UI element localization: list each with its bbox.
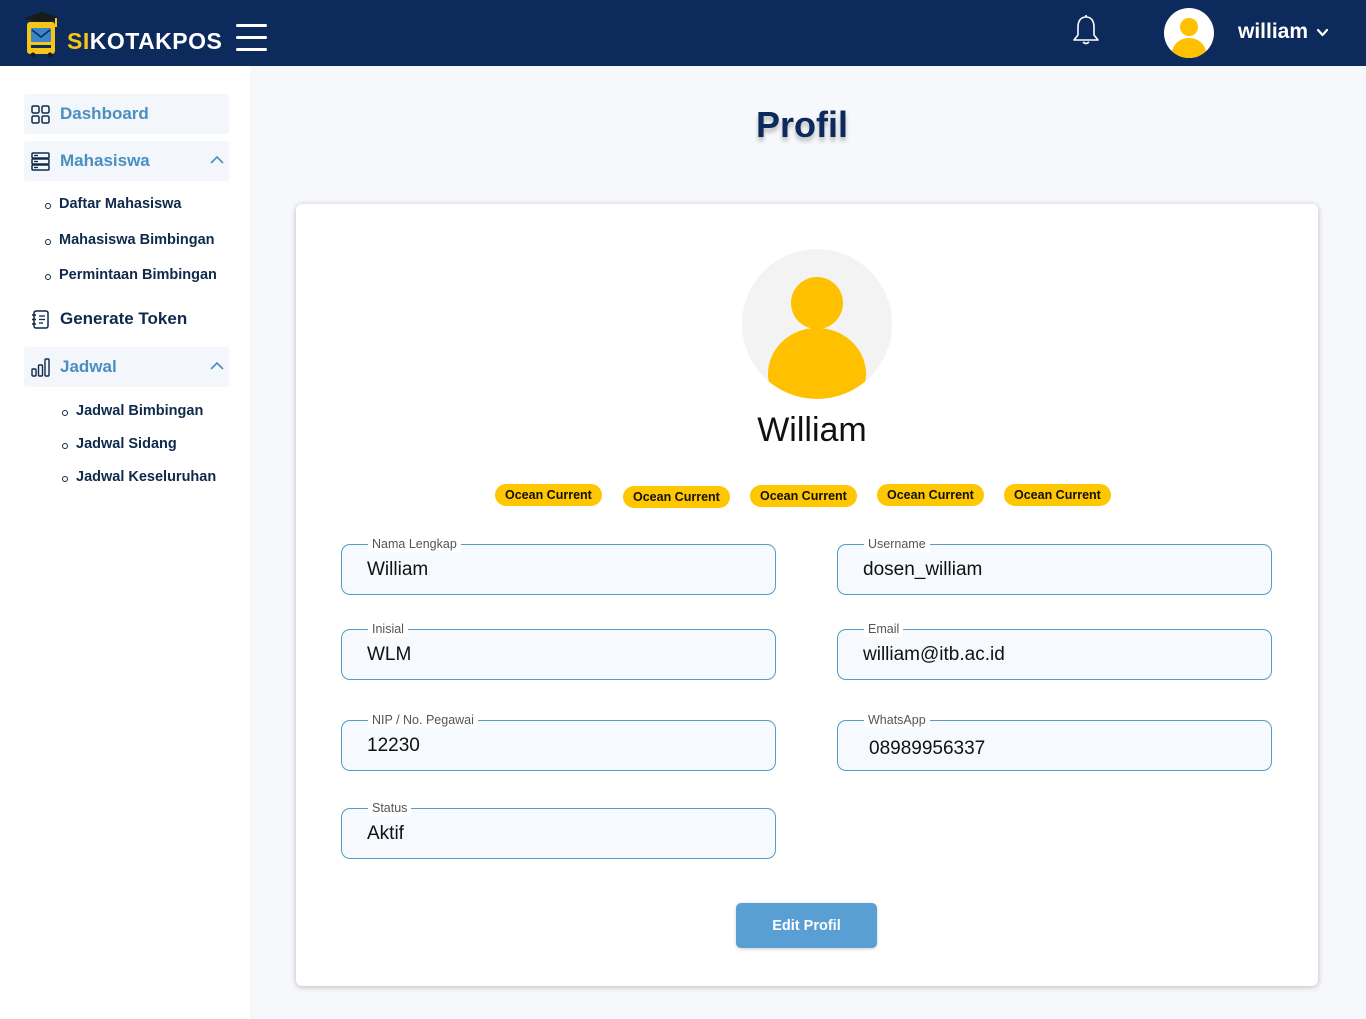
nip-field[interactable]: NIP / No. Pegawai 12230 xyxy=(341,712,776,771)
field-label: Nama Lengkap xyxy=(368,536,461,552)
whatsapp-field[interactable]: WhatsApp 08989956337 xyxy=(837,712,1272,771)
sidebar-item-label: Jadwal xyxy=(60,357,117,376)
profile-name: William xyxy=(757,411,867,449)
username-label[interactable]: william xyxy=(1238,20,1308,44)
sidebar-item-mahasiswa[interactable]: Mahasiswa xyxy=(24,141,229,181)
brand-rest: KOTAKPOS xyxy=(89,28,223,54)
sidebar-subitem-label: Jadwal Sidang xyxy=(76,436,177,452)
field-value: dosen_william xyxy=(863,559,983,580)
nama-lengkap-field[interactable]: Nama Lengkap William xyxy=(341,536,776,595)
field-value: Aktif xyxy=(367,823,404,844)
field-label: WhatsApp xyxy=(864,712,930,728)
bullet-icon xyxy=(62,476,68,482)
bell-icon[interactable] xyxy=(1071,14,1101,46)
edit-profil-button[interactable]: Edit Profil xyxy=(736,903,877,948)
username-field[interactable]: Username dosen_william xyxy=(837,536,1272,595)
bullet-icon xyxy=(62,443,68,449)
user-avatar-icon xyxy=(1172,18,1206,58)
interest-badge: Ocean Current xyxy=(1004,484,1111,506)
profile-avatar xyxy=(742,249,892,399)
notebook-icon xyxy=(32,310,49,329)
field-value: WLM xyxy=(367,644,412,665)
inisial-field[interactable]: Inisial WLM xyxy=(341,621,776,680)
sikotakpos-logo-icon[interactable] xyxy=(22,12,62,58)
field-label: Username xyxy=(864,536,930,552)
field-label: NIP / No. Pegawai xyxy=(368,712,478,728)
hamburger-icon[interactable] xyxy=(236,24,267,52)
bullet-icon xyxy=(45,239,51,245)
chevron-up-icon[interactable] xyxy=(210,361,224,370)
sidebar-subitem-label: Mahasiswa Bimbingan xyxy=(59,232,215,248)
interest-badge: Ocean Current xyxy=(877,484,984,506)
bullet-icon xyxy=(45,203,51,209)
sidebar-item-generate-token[interactable]: Generate Token xyxy=(24,299,229,339)
field-value: William xyxy=(367,559,429,580)
sidebar-subitem-jadwal-keseluruhan[interactable]: Jadwal Keseluruhan xyxy=(62,469,217,485)
sidebar-subitem-mahasiswa-bimbingan[interactable]: Mahasiswa Bimbingan xyxy=(45,232,215,248)
bullet-icon xyxy=(62,410,68,416)
interest-badge: Ocean Current xyxy=(750,485,857,507)
profile-card: William Ocean Current Ocean Current Ocea… xyxy=(296,204,1318,986)
brand-prefix: SI xyxy=(67,28,90,54)
database-icon xyxy=(31,152,50,171)
sidebar-item-label: Generate Token xyxy=(60,309,188,328)
sidebar-subitem-label: Daftar Mahasiswa xyxy=(59,196,182,212)
interest-badge: Ocean Current xyxy=(623,486,730,508)
field-label: Status xyxy=(368,800,412,816)
sidebar-subitem-daftar-mahasiswa[interactable]: Daftar Mahasiswa xyxy=(45,196,182,212)
field-label: Email xyxy=(864,621,904,637)
field-label: Inisial xyxy=(368,621,408,637)
interest-badge: Ocean Current xyxy=(495,484,602,506)
sidebar-item-dashboard[interactable]: Dashboard xyxy=(24,94,229,134)
field-value: 08989956337 xyxy=(869,738,986,759)
page-title: Profil xyxy=(755,104,848,145)
email-field[interactable]: Email william@itb.ac.id xyxy=(837,621,1272,680)
status-field[interactable]: Status Aktif xyxy=(341,800,776,859)
field-value: william@itb.ac.id xyxy=(863,644,1005,665)
sidebar: Dashboard Mahasiswa Daftar Mahasiswa Mah… xyxy=(0,66,250,1019)
bullet-icon xyxy=(45,274,51,280)
sidebar-item-jadwal[interactable]: Jadwal xyxy=(24,347,229,387)
sidebar-subitem-label: Jadwal Keseluruhan xyxy=(76,469,217,485)
chevron-down-icon[interactable] xyxy=(1316,28,1329,38)
sidebar-subitem-jadwal-sidang[interactable]: Jadwal Sidang xyxy=(62,436,177,452)
sidebar-subitem-label: Permintaan Bimbingan xyxy=(59,267,217,283)
sidebar-item-label: Mahasiswa xyxy=(60,151,150,170)
grid-icon xyxy=(31,105,50,124)
user-avatar[interactable] xyxy=(1164,8,1214,58)
sidebar-subitem-jadwal-bimbingan[interactable]: Jadwal Bimbingan xyxy=(62,403,204,419)
bar-chart-icon xyxy=(31,358,50,377)
top-navbar: SIKOTAKPOS william xyxy=(0,0,1366,66)
sidebar-subitem-label: Jadwal Bimbingan xyxy=(76,403,204,419)
user-avatar-icon xyxy=(768,277,866,399)
brand-name[interactable]: SIKOTAKPOS xyxy=(67,28,222,55)
chevron-up-icon[interactable] xyxy=(210,155,224,164)
field-value: 12230 xyxy=(367,735,420,756)
sidebar-subitem-permintaan-bimbingan[interactable]: Permintaan Bimbingan xyxy=(45,267,217,283)
sidebar-item-label: Dashboard xyxy=(60,104,149,123)
